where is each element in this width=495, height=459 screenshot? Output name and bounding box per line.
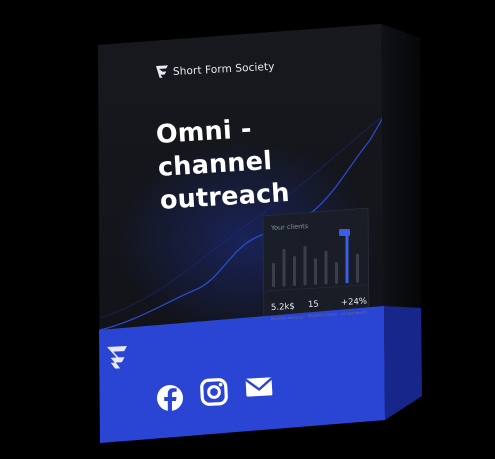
card-bar: [356, 253, 359, 283]
card-bar: [324, 250, 328, 285]
card-bar: [282, 249, 286, 287]
stat-revenue: 5.2k$: [270, 301, 296, 313]
stat-growth: +24%: [340, 296, 368, 308]
blue-band-side: [384, 306, 422, 420]
stat-clients: 15: [307, 299, 320, 310]
card-bar: [335, 262, 338, 284]
card-bar: [314, 258, 317, 285]
headline: Omni - channel outreach: [155, 111, 291, 218]
facebook-icon: [157, 385, 183, 411]
product-box: Short Form Society Omni - channel outrea…: [0, 0, 495, 459]
card-bar: [272, 263, 275, 287]
card-bar: [293, 256, 296, 286]
card-bar: [303, 245, 307, 286]
blue-band: [99, 306, 385, 443]
mail-icon: [244, 377, 273, 397]
card-bar: [345, 235, 349, 284]
